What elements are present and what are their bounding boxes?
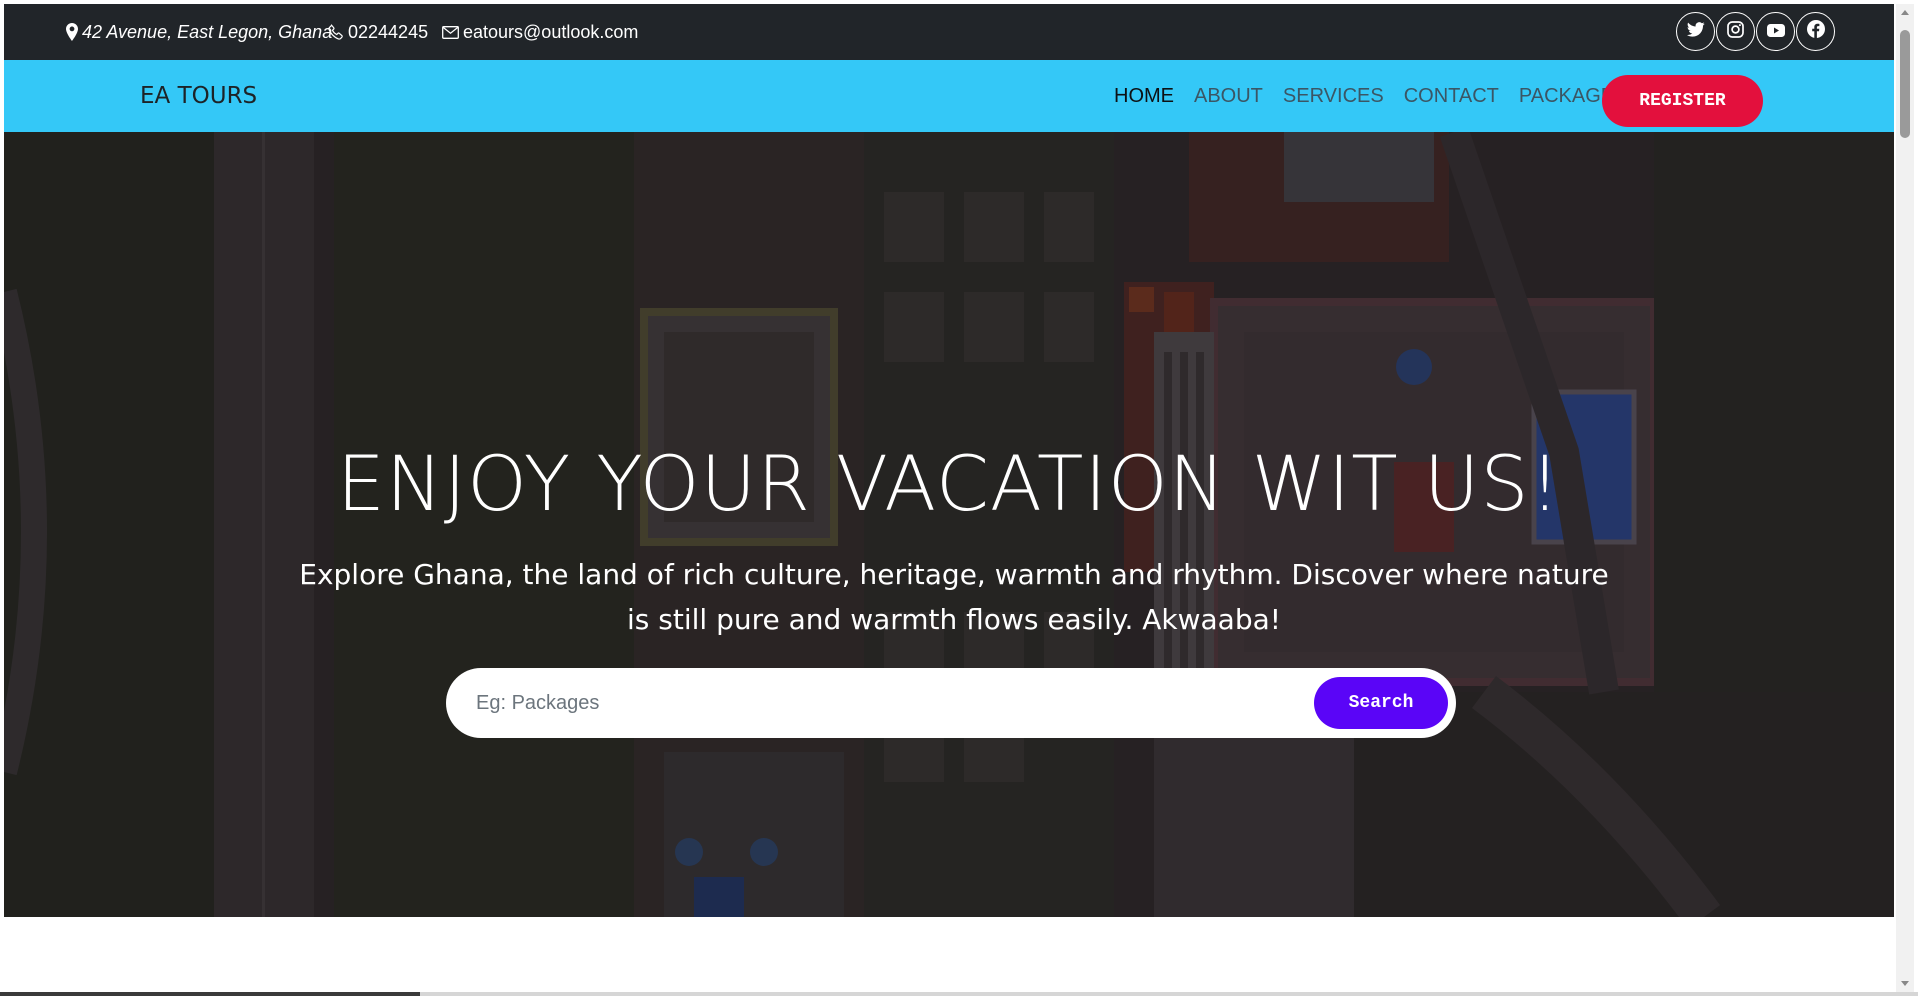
nav-about[interactable]: ABOUT: [1184, 85, 1273, 108]
nav-home[interactable]: HOME: [1104, 85, 1184, 108]
phone-contact[interactable]: 02244245: [328, 4, 428, 60]
email-contact[interactable]: eatours@outlook.com: [442, 4, 638, 60]
top-info-bar: 42 Avenue, East Legon, Ghana 02244245 ea…: [4, 4, 1894, 60]
search-bar: Search: [446, 668, 1456, 738]
search-input[interactable]: [474, 683, 1294, 723]
instagram-button[interactable]: [1716, 12, 1755, 51]
map-marker-icon: [66, 23, 78, 41]
youtube-icon: [1766, 21, 1785, 42]
instagram-icon: [1727, 20, 1744, 43]
email-text: eatours@outlook.com: [463, 21, 639, 42]
search-button[interactable]: Search: [1314, 677, 1448, 729]
scroll-thumb[interactable]: [1900, 30, 1910, 138]
twitter-button[interactable]: [1676, 12, 1715, 51]
taskbar-edge: [0, 992, 420, 996]
facebook-button[interactable]: [1796, 12, 1835, 51]
envelope-icon: [442, 25, 459, 39]
youtube-button[interactable]: [1756, 12, 1795, 51]
hero-section: ENJOY YOUR VACATION WIT US! Explore Ghan…: [4, 132, 1894, 917]
nav-services[interactable]: SERVICES: [1273, 85, 1394, 108]
facebook-icon: [1806, 20, 1825, 43]
register-button[interactable]: REGISTER: [1602, 75, 1763, 127]
nav-links: HOME ABOUT SERVICES CONTACT PACKAGES: [1104, 60, 1657, 132]
address-contact: 42 Avenue, East Legon, Ghana: [66, 4, 332, 60]
twitter-icon: [1686, 21, 1705, 42]
phone-icon: [328, 24, 344, 40]
browser-page: 42 Avenue, East Legon, Ghana 02244245 ea…: [4, 4, 1894, 992]
hero-subtitle: Explore Ghana, the land of rich culture,…: [299, 558, 1609, 636]
scroll-up-icon[interactable]: [1901, 10, 1909, 15]
scroll-down-icon[interactable]: [1901, 981, 1909, 986]
brand-logo[interactable]: EA TOURS: [140, 60, 257, 132]
nav-contact[interactable]: CONTACT: [1394, 85, 1509, 108]
hero-title: ENJOY YOUR VACATION WIT US!: [336, 439, 1562, 528]
page-scrollbar[interactable]: [1896, 4, 1914, 992]
main-navbar: EA TOURS HOME ABOUT SERVICES CONTACT PAC…: [4, 60, 1894, 132]
address-text: 42 Avenue, East Legon, Ghana: [82, 21, 333, 42]
social-links: [1676, 12, 1835, 51]
phone-text: 02244245: [348, 21, 429, 42]
